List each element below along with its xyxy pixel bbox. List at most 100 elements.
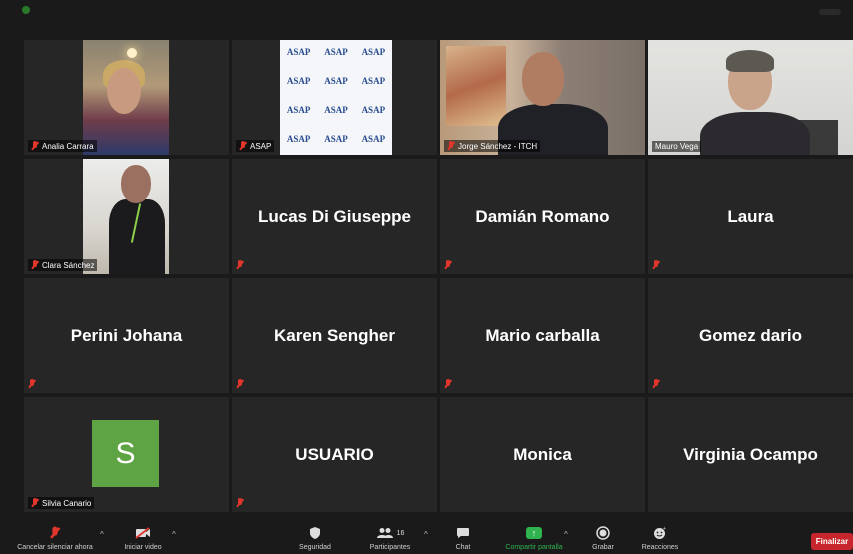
participant-name-label: ASAP — [236, 140, 275, 152]
video-off-icon — [134, 525, 152, 541]
muted-mic-icon — [31, 498, 39, 508]
start-video-button[interactable]: Iniciar video — [118, 525, 168, 551]
name-tile-perini[interactable]: Perini Johana — [24, 278, 229, 393]
reactions-button[interactable]: + Reacciones — [635, 525, 685, 551]
video-figure-body — [700, 112, 810, 155]
muted-mic-icon — [31, 141, 39, 151]
name-tile-karen[interactable]: Karen Sengher — [232, 278, 437, 393]
name-tile-monica[interactable]: Monica — [440, 397, 645, 512]
asap-logo: ASAP — [324, 133, 348, 144]
participant-video — [440, 40, 645, 155]
caret-up-icon[interactable]: ^ — [100, 530, 104, 539]
caret-up-icon[interactable]: ^ — [172, 530, 176, 539]
name-tile-usuario[interactable]: USUARIO — [232, 397, 437, 512]
participant-name: Silvia Canario — [42, 498, 92, 508]
participants-count: 16 — [396, 529, 405, 537]
asap-logo: ASAP — [361, 133, 386, 144]
share-screen-icon: ↑ — [525, 525, 543, 541]
share-screen-button[interactable]: ↑ Compartir pantalla — [494, 525, 574, 551]
svg-text:+: + — [663, 526, 666, 532]
video-figure-hair — [726, 50, 774, 72]
record-icon — [594, 525, 612, 541]
participants-icon: 16 — [370, 525, 410, 541]
participant-name: ASAP — [250, 141, 272, 151]
unmute-button[interactable]: Cancelar silenciar ahora — [0, 525, 110, 551]
participant-name: Jorge Sánchez - ITCH — [458, 141, 538, 151]
participant-video — [648, 40, 853, 155]
security-label: Seguridad — [299, 544, 331, 551]
view-toggle-icon[interactable] — [819, 9, 841, 15]
muted-mic-icon — [28, 379, 36, 389]
asap-logo: ASAP — [286, 47, 311, 58]
video-poster — [446, 46, 506, 126]
name-tile-virginia[interactable]: Virginia Ocampo — [648, 397, 853, 512]
participant-name: Laura — [727, 207, 774, 226]
participant-name: Virginia Ocampo — [683, 445, 818, 464]
participant-name: Analia Carrara — [42, 141, 94, 151]
asap-logo: ASAP — [361, 104, 386, 115]
muted-mic-icon — [444, 260, 452, 270]
participant-name: Mario carballa — [485, 326, 600, 345]
asap-logo: ASAP — [286, 104, 311, 115]
caret-up-icon[interactable]: ^ — [564, 530, 568, 539]
asap-logo: ASAP — [361, 76, 386, 87]
meeting-toolbar: Cancelar silenciar ahora ^ Iniciar video… — [0, 522, 853, 554]
top-bar — [0, 0, 853, 38]
muted-mic-icon — [652, 260, 660, 270]
asap-logo: ASAP — [286, 133, 311, 144]
reactions-icon: + — [651, 525, 669, 541]
gallery-grid: Analia Carrara ASAP ASAP ASAP ASAP ASAP … — [24, 40, 853, 514]
video-tile-jorge[interactable]: Jorge Sánchez - ITCH — [440, 40, 645, 155]
participant-name-label: Clara Sánchez — [28, 259, 98, 271]
end-meeting-button[interactable]: Finalizar — [811, 533, 853, 550]
participant-name: USUARIO — [295, 445, 374, 464]
participant-name: Perini Johana — [70, 326, 183, 345]
video-figure-face — [107, 68, 141, 114]
video-tile-analia[interactable]: Analia Carrara — [24, 40, 229, 155]
video-figure-head — [121, 165, 151, 203]
participant-name-label: Analia Carrara — [28, 140, 97, 152]
record-button[interactable]: Grabar — [584, 525, 622, 551]
muted-mic-icon — [31, 260, 39, 270]
muted-mic-icon — [236, 260, 244, 270]
muted-mic-icon — [447, 141, 455, 151]
asap-logo: ASAP — [361, 47, 386, 58]
participant-video: ASAP ASAP ASAP ASAP ASAP ASAP ASAP ASAP … — [280, 40, 392, 155]
record-label: Grabar — [592, 544, 614, 551]
chat-icon — [454, 525, 472, 541]
share-label: Compartir pantalla — [505, 544, 563, 551]
asap-logo: ASAP — [286, 76, 311, 87]
muted-mic-icon — [239, 141, 247, 151]
muted-mic-icon — [236, 379, 244, 389]
name-tile-mario[interactable]: Mario carballa — [440, 278, 645, 393]
name-tile-damian[interactable]: Damián Romano — [440, 159, 645, 274]
participant-video — [83, 159, 169, 274]
asap-logo: ASAP — [324, 47, 348, 58]
participant-name-label: Mauro Vega — [652, 141, 702, 152]
name-tile-lucas[interactable]: Lucas Di Giuseppe — [232, 159, 437, 274]
participant-name: Mauro Vega — [655, 142, 699, 151]
name-tile-laura[interactable]: Laura — [648, 159, 853, 274]
security-button[interactable]: Seguridad — [290, 525, 340, 551]
muted-mic-icon — [652, 379, 660, 389]
participants-button[interactable]: 16 Participantes — [360, 525, 420, 551]
participant-name: Damián Romano — [475, 207, 610, 226]
muted-mic-icon — [236, 498, 244, 508]
unmute-label: Cancelar silenciar ahora — [17, 544, 93, 551]
video-tile-clara[interactable]: Clara Sánchez — [24, 159, 229, 274]
avatar-tile-silvia[interactable]: S Silvia Canario — [24, 397, 229, 512]
participants-label: Participantes — [369, 544, 411, 551]
name-tile-gomez[interactable]: Gomez dario — [648, 278, 853, 393]
video-tile-asap[interactable]: ASAP ASAP ASAP ASAP ASAP ASAP ASAP ASAP … — [232, 40, 437, 155]
participant-name-label: Jorge Sánchez - ITCH — [444, 140, 541, 152]
participant-name-label: Silvia Canario — [28, 497, 95, 509]
participant-name: Karen Sengher — [274, 326, 395, 345]
participant-name: Clara Sánchez — [42, 260, 95, 270]
video-figure-head — [522, 52, 564, 106]
video-tile-mauro-active-speaker[interactable]: Mauro Vega — [648, 40, 853, 155]
muted-mic-icon — [46, 525, 64, 541]
video-lamp — [127, 48, 137, 58]
caret-up-icon[interactable]: ^ — [424, 530, 428, 539]
chat-button[interactable]: Chat — [445, 525, 481, 551]
encryption-shield-icon[interactable] — [22, 6, 30, 14]
